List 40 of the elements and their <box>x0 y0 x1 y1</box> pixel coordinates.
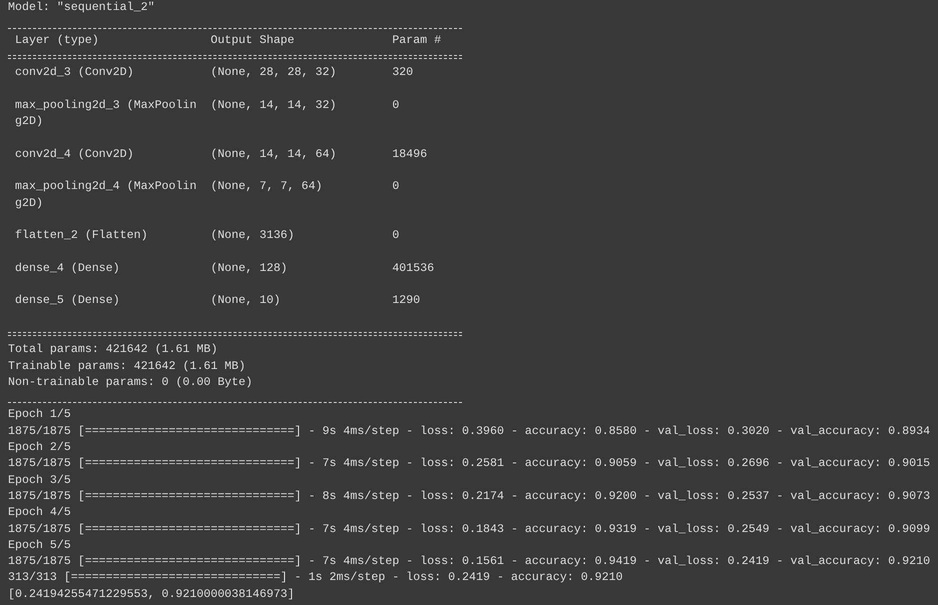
table-cell-text: (None, 10) <box>210 293 282 310</box>
column-header: Layer (type) <box>14 32 100 49</box>
column-header: Param # <box>392 32 442 49</box>
table-cell-text: 1290 <box>392 293 422 310</box>
params-summary: Trainable params: 421642 (1.61 MB) <box>8 360 246 373</box>
table-cell-text: (None, 7, 7, 64) <box>210 179 324 196</box>
epoch-label: Epoch 2/5 <box>8 441 71 454</box>
table-cell-text: 401536 <box>392 260 436 277</box>
epoch-label: Epoch 3/5 <box>8 474 71 487</box>
training-log-line: 1875/1875 [==============================] - 7s 4ms/step - loss: 0.2581 - accuracy: 0.9059 - val_loss: 0.2696 - val_accuracy: 0.9015 <box>8 457 930 470</box>
training-log-line: 1875/1875 [==============================] - 7s 4ms/step - loss: 0.1843 - accuracy: 0.9319 - val_loss: 0.2549 - val_accuracy: 0.9099 <box>8 522 930 536</box>
layer-cell-text: max_pooling2d_4 (MaxPoolin g2D) <box>14 179 198 212</box>
table-cell-text: (None, 3136) <box>210 228 296 244</box>
evaluation-result: [0.24194255471229553, 0.9210000038146973] <box>8 588 294 601</box>
table-cell-text: (None, 14, 14, 32) <box>210 98 338 114</box>
layer-cell-text: conv2d_3 (Conv2D) <box>14 65 135 82</box>
training-log-line: 1875/1875 [==============================] - 7s 4ms/step - loss: 0.1561 - accuracy: 0.9419 - val_loss: 0.2419 - val_accuracy: 0.9210 <box>8 555 930 568</box>
epoch-label: Epoch 4/5 <box>8 506 71 520</box>
training-log-line: 1875/1875 [==============================] - 9s 4ms/step - loss: 0.3960 - accuracy: 0.8580 - val_loss: 0.3020 - val_accuracy: 0.8934 <box>8 424 930 438</box>
model-name: Model: "sequential_2" <box>8 1 155 14</box>
table-cell-text: (None, 14, 14, 64) <box>210 146 338 163</box>
epoch-label: Epoch 1/5 <box>8 408 71 422</box>
table-cell-text: 0 <box>392 98 400 114</box>
evaluation-log-line: 313/313 [==============================] - 1s 2ms/step - loss: 0.2419 - accuracy: 0.9210 <box>8 571 623 584</box>
training-log-line: 1875/1875 [==============================] - 8s 4ms/step - loss: 0.2174 - accuracy: 0.9200 - val_loss: 0.2537 - val_accuracy: 0.9073 <box>8 490 930 503</box>
table-cell-text: 0 <box>392 179 400 196</box>
table-cell-text: 0 <box>392 228 400 244</box>
layer-cell-text: dense_4 (Dense) <box>14 260 121 277</box>
table-cell-text: 320 <box>392 65 414 82</box>
layer-cell-text: conv2d_4 (Conv2D) <box>14 146 135 163</box>
table-cell-text: (None, 28, 28, 32) <box>210 65 338 82</box>
params-summary: Total params: 421642 (1.61 MB) <box>8 343 218 356</box>
params-summary: Non-trainable params: 0 (0.00 Byte) <box>8 376 252 389</box>
column-header: Output Shape <box>210 32 296 49</box>
table-cell-text: (None, 128) <box>210 260 288 277</box>
layer-cell-text: flatten_2 (Flatten) <box>14 228 149 244</box>
table-cell-text: 18496 <box>392 146 428 163</box>
epoch-label: Epoch 5/5 <box>8 538 71 552</box>
layer-cell-text: max_pooling2d_3 (MaxPoolin g2D) <box>14 98 198 130</box>
layer-cell-text: dense_5 (Dense) <box>14 293 121 310</box>
